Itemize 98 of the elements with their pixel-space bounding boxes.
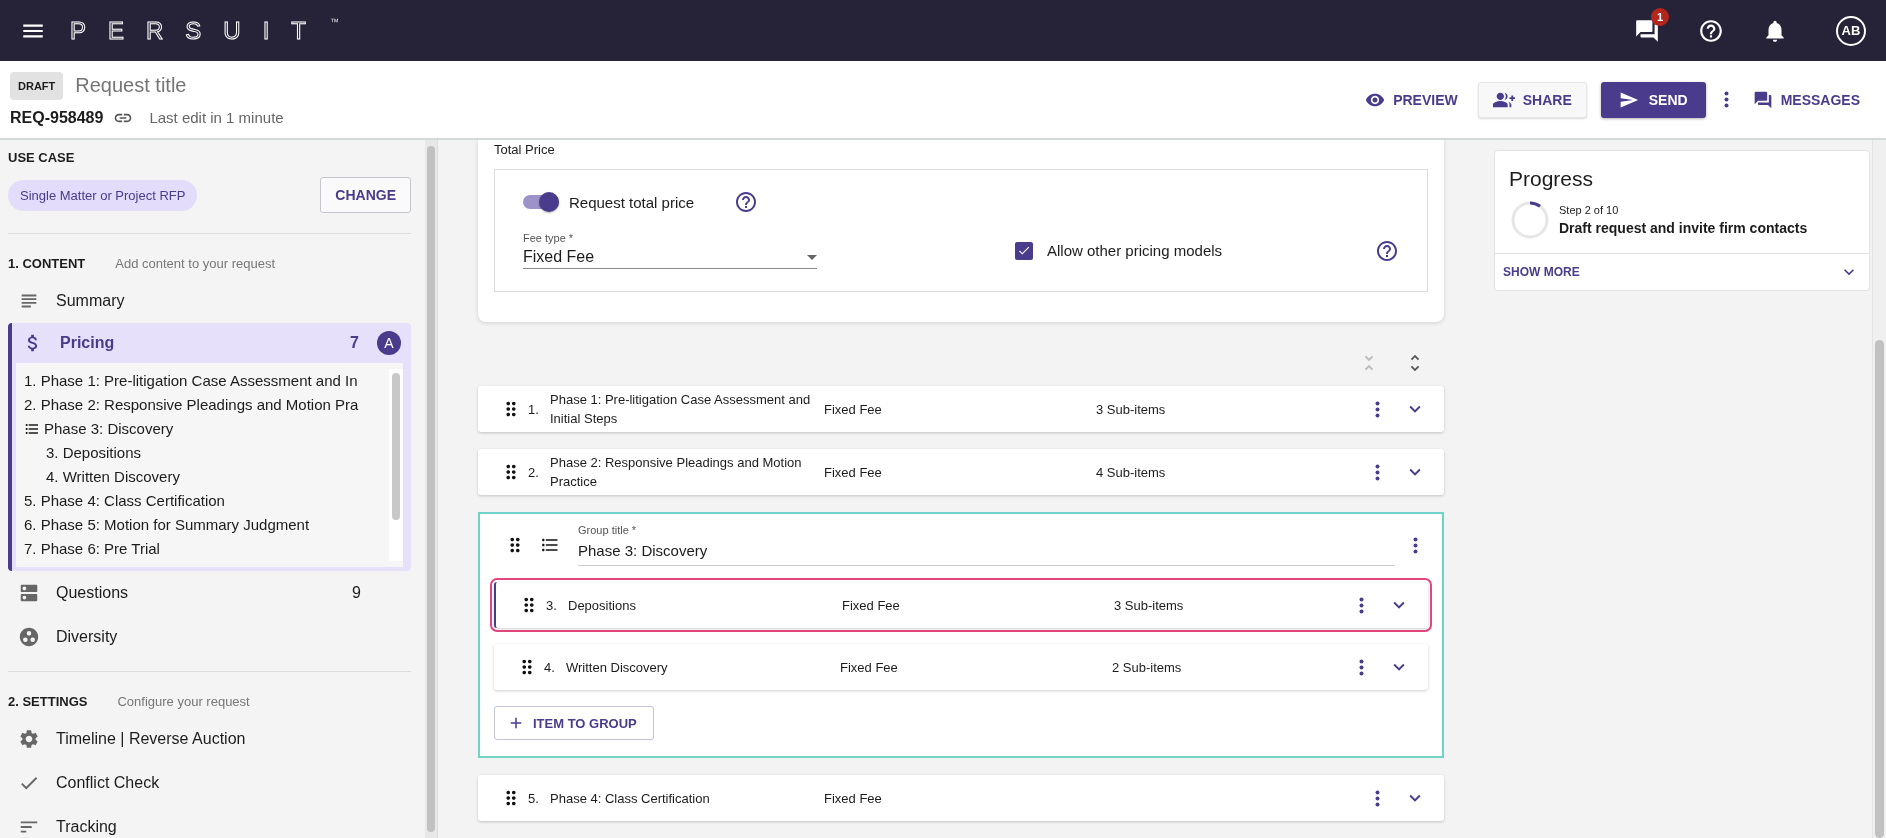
notification-count: 1 — [1651, 7, 1669, 26]
item-number: 5. — [528, 790, 540, 806]
progress-ring — [1509, 199, 1551, 241]
share-button[interactable]: SHARE — [1477, 81, 1587, 118]
item-number: 2. — [528, 464, 540, 480]
sidebar-item[interactable]: Tracking — [8, 805, 411, 838]
last-edit: Last edit in 1 minute — [149, 109, 284, 126]
item-title: Depositions — [568, 596, 637, 615]
sidebar-sub-item[interactable]: 2. Phase 2: Responsive Pleadings and Motion Pra — [24, 393, 389, 417]
preview-button[interactable]: PREVIEW — [1359, 81, 1464, 118]
fee-type: Fixed Fee — [824, 464, 883, 480]
server-icon — [18, 582, 40, 604]
use-case-chip: Single Matter or Project RFP — [8, 179, 198, 211]
sidebar-item[interactable]: Timeline | Reverse Auction — [8, 717, 411, 761]
sub-item-count: 4 Sub-items — [1096, 464, 1166, 480]
sidebar-item[interactable]: Summary — [8, 279, 411, 323]
gear-icon — [18, 728, 40, 750]
send-button[interactable]: SEND — [1600, 81, 1706, 118]
section-hint: Add content to your request — [115, 256, 275, 271]
sidebar-item-label: Tracking — [56, 818, 118, 836]
help-icon[interactable] — [1375, 238, 1399, 263]
fee-type: Fixed Fee — [842, 597, 901, 613]
list-icon — [24, 421, 40, 437]
more-icon — [1723, 91, 1729, 108]
add-item-button[interactable]: ITEM TO GROUP — [494, 706, 654, 740]
line-item-row[interactable]: 5. Phase 4: Class Certification Fixed Fee — [478, 775, 1444, 821]
scrollbar[interactable] — [425, 140, 438, 838]
help-icon[interactable] — [734, 190, 759, 214]
sidebar-item-label: Summary — [56, 292, 126, 310]
more-icon[interactable] — [1375, 400, 1380, 418]
section-heading: 1. CONTENT — [8, 256, 86, 271]
sidebar-item-label: Pricing — [60, 334, 116, 352]
line-item-row[interactable]: 2. Phase 2: Responsive Pleadings and Motion Practice Fixed Fee 4 Sub-items — [478, 449, 1444, 495]
show-more-button[interactable]: SHOW MORE — [1495, 253, 1869, 290]
sidebar-item[interactable]: Conflict Check — [8, 761, 411, 805]
chat-icon — [1752, 89, 1773, 110]
item-title: Phase 4: Class Certification — [550, 789, 711, 808]
sidebar-item-label: Questions — [56, 584, 130, 602]
item-number: 3. — [546, 597, 558, 613]
sidebar-sub-item[interactable]: Phase 3: Discovery — [24, 417, 389, 441]
circles-icon — [18, 626, 40, 648]
dropdown-caret-icon — [807, 254, 817, 260]
item-title: Phase 1: Pre-litigation Case Assessment and Initial Steps — [550, 391, 812, 428]
messages-button[interactable]: MESSAGES — [1746, 81, 1866, 118]
sidebar-sub-item[interactable]: 6. Phase 5: Motion for Summary Judgment — [24, 513, 389, 537]
toggle-label: Request total price — [569, 193, 695, 211]
assignee-avatar: A — [377, 331, 401, 355]
item-count: 9 — [352, 584, 361, 602]
item-count: 7 — [350, 334, 359, 352]
toggle-switch[interactable] — [523, 195, 559, 209]
group-title-field[interactable]: Group title * Phase 3: Discovery — [578, 524, 1395, 566]
section-heading: USE CASE — [8, 150, 76, 165]
fee-type: Fixed Fee — [840, 659, 899, 675]
fee-type-select[interactable]: Fee type * Fixed Fee — [523, 232, 817, 269]
sub-item-count: 3 Sub-items — [1096, 401, 1166, 417]
item-number: 1. — [528, 401, 540, 417]
card-title: Total Price — [494, 141, 556, 159]
logo: PERSUIT — [70, 16, 328, 45]
more-icon[interactable] — [1413, 536, 1418, 554]
step-counter: Step 2 of 10 — [1559, 204, 1620, 216]
sidebar-item-label: Conflict Check — [56, 774, 161, 792]
fee-type: Fixed Fee — [824, 401, 883, 417]
sidebar-item[interactable]: Diversity — [8, 615, 411, 659]
checkbox[interactable] — [1015, 241, 1033, 260]
more-icon[interactable] — [1375, 463, 1380, 481]
status-badge: DRAFT — [10, 71, 64, 100]
help-icon[interactable] — [1698, 17, 1724, 44]
sidebar-sub-item[interactable]: 3. Depositions — [24, 441, 389, 465]
sidebar-item[interactable]: Questions 9 — [8, 571, 411, 615]
item-title: Phase 2: Responsive Pleadings and Motion Practice — [550, 454, 803, 491]
item-number: 4. — [544, 659, 556, 675]
more-icon[interactable] — [1359, 658, 1364, 676]
sub-item-count: 3 Sub-items — [1114, 597, 1184, 613]
sidebar-sub-item[interactable]: 5. Phase 4: Class Certification — [24, 489, 389, 513]
more-icon[interactable] — [1359, 596, 1364, 614]
fee-type: Fixed Fee — [824, 790, 883, 806]
scrollbar[interactable] — [389, 369, 403, 561]
sidebar-item-label: Diversity — [56, 628, 119, 646]
user-avatar[interactable]: AB — [1836, 15, 1866, 46]
step-title: Draft request and invite firm contacts — [1559, 220, 1808, 236]
section-heading: 2. SETTINGS — [8, 694, 88, 709]
sidebar-item-label: Timeline | Reverse Auction — [56, 730, 247, 748]
sidebar-item[interactable]: Pricing 7 A — [12, 323, 411, 363]
trademark: ™ — [330, 16, 339, 27]
sidebar-sub-item[interactable]: 1. Phase 1: Pre-litigation Case Assessment and In — [24, 369, 389, 393]
section-hint: Configure your request — [117, 694, 250, 709]
checkbox-label: Allow other pricing models — [1047, 242, 1223, 259]
request-id: REQ-958489 — [10, 108, 104, 127]
change-button[interactable]: CHANGE — [320, 177, 411, 213]
line-item-row[interactable]: 4. Written Discovery Fixed Fee 2 Sub-items — [494, 644, 1428, 690]
more-icon[interactable] — [1375, 789, 1380, 807]
item-title: Written Discovery — [566, 658, 669, 677]
sidebar-sub-item[interactable]: 7. Phase 6: Pre Trial — [24, 537, 389, 561]
sub-item-count: 2 Sub-items — [1112, 659, 1182, 675]
card-title: Progress — [1509, 167, 1595, 191]
sidebar-sub-item[interactable]: 4. Written Discovery — [24, 465, 389, 489]
line-item-row[interactable]: 1. Phase 1: Pre-litigation Case Assessment and Initial Steps Fixed Fee 3 Sub-items — [478, 386, 1444, 432]
scrollbar[interactable] — [1872, 140, 1886, 838]
